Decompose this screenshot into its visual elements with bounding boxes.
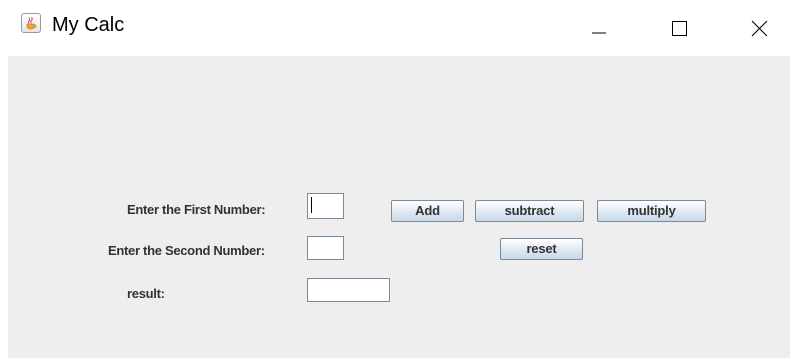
multiply-button[interactable]: multiply [597,200,706,222]
minimize-icon [592,32,606,34]
java-cup-icon [21,13,41,33]
text-caret [311,197,312,213]
second-number-label: Enter the Second Number: [108,243,265,258]
result-label: result: [127,286,165,301]
reset-button[interactable]: reset [500,238,583,260]
window-title: My Calc [52,14,125,36]
calculator-window: My Calc Enter the First Number: Add subt… [0,0,790,358]
second-number-field[interactable] [307,236,344,260]
first-number-field[interactable] [307,193,344,219]
content-panel: Enter the First Number: Add subtract mul… [8,56,790,358]
title-bar[interactable]: My Calc [0,0,790,56]
close-icon [751,20,768,37]
maximize-button[interactable] [656,0,702,56]
first-number-label: Enter the First Number: [127,202,266,217]
minimize-button[interactable] [576,0,622,56]
maximize-icon [672,21,687,36]
subtract-button[interactable]: subtract [475,200,584,222]
close-button[interactable] [736,0,782,56]
result-field[interactable] [307,278,390,302]
add-button[interactable]: Add [391,200,464,222]
